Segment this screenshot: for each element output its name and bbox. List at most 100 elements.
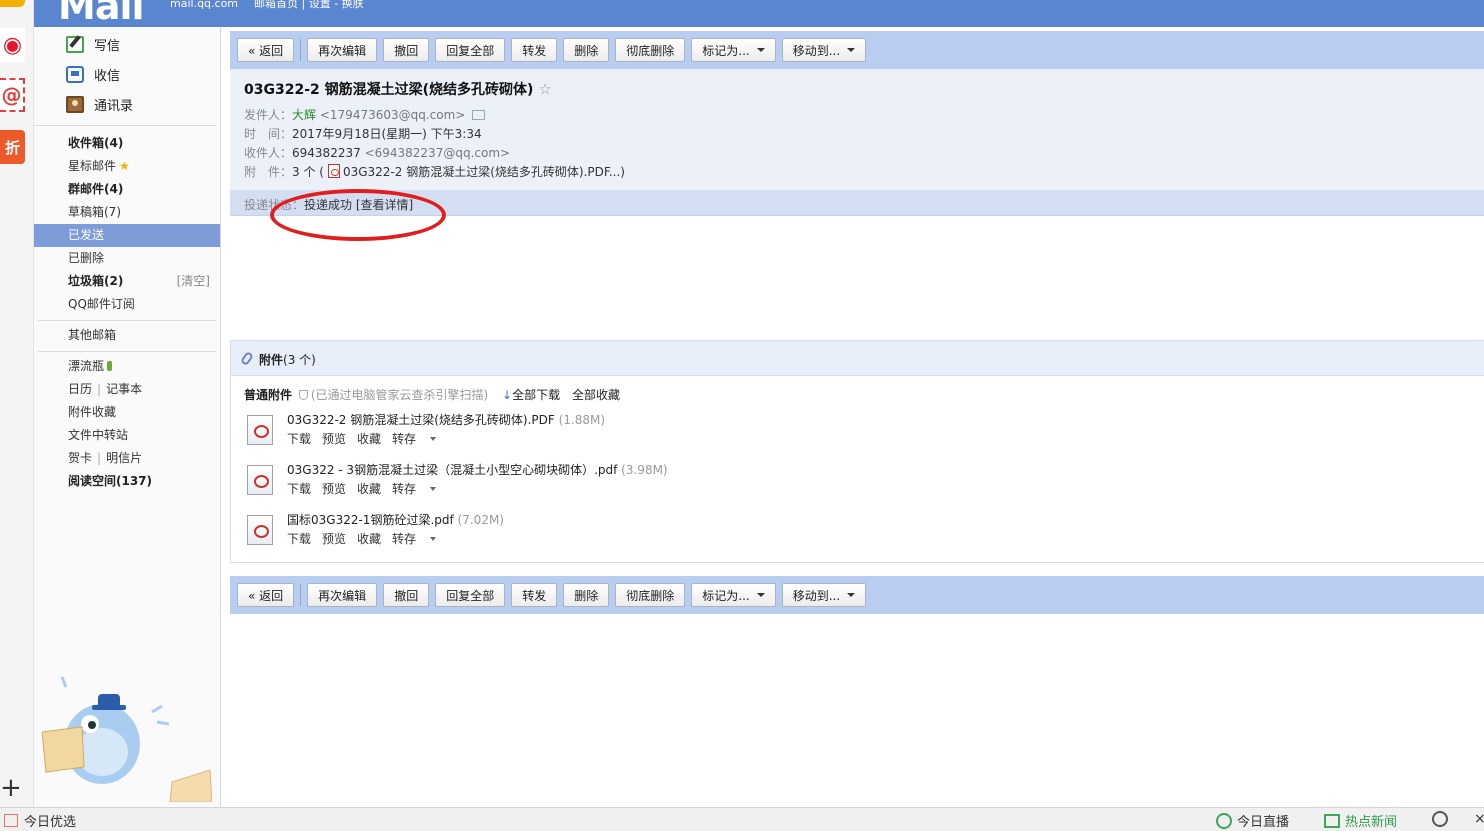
preview-link[interactable]: 预览 [322, 530, 346, 547]
weibo-icon[interactable]: ◉ [0, 28, 25, 62]
pdf-file-icon[interactable] [247, 465, 273, 495]
pdf-file-icon[interactable] [247, 415, 273, 445]
forward-button[interactable]: 转发 [511, 38, 558, 62]
back-button[interactable]: « 返回 [237, 583, 295, 607]
folder-drafts[interactable]: 草稿箱(7) [68, 202, 121, 222]
postcard-link[interactable]: 明信片 [106, 451, 142, 465]
attachments-title: 附件(3 个) [259, 351, 316, 368]
delete-permanently-button[interactable]: 彻底删除 [615, 38, 686, 62]
star-toggle-icon[interactable]: ☆ [538, 80, 551, 98]
attachments-count: (3 个) [283, 353, 316, 367]
folder-trash-label: 垃圾箱(2) [68, 274, 124, 288]
collect-all-link[interactable]: 全部收藏 [572, 388, 620, 402]
re-edit-button[interactable]: 再次编辑 [307, 583, 378, 607]
contacts-button[interactable]: 通讯录 [66, 94, 133, 114]
attachment-filename[interactable]: 03G322 - 3钢筋混凝土过梁（混凝土小型空心砌块砌体）.pdf (3.98… [287, 461, 668, 478]
contacts-icon [66, 95, 84, 113]
file-transfer-link[interactable]: 文件中转站 [68, 425, 128, 445]
sender-name[interactable]: 大辉 [292, 108, 316, 122]
receive-label: 收信 [94, 68, 121, 84]
annotation-circle [270, 189, 446, 241]
save-to-dropdown[interactable]: 转存 [392, 480, 447, 497]
reply-all-button[interactable]: 回复全部 [435, 38, 506, 62]
calendar-link[interactable]: 日历 [68, 382, 92, 396]
today-picks-button[interactable]: 今日优选 [4, 811, 76, 830]
collect-link[interactable]: 收藏 [357, 530, 381, 547]
recall-button[interactable]: 撤回 [383, 583, 430, 607]
folder-group-mail[interactable]: 群邮件(4) [68, 179, 123, 199]
attachment-first-name[interactable]: 03G322-2 钢筋混凝土过梁(烧结多孔砖砌体).PDF...) [343, 165, 625, 179]
reply-all-button[interactable]: 回复全部 [435, 583, 506, 607]
header-links[interactable]: 邮箱首页 | 设置 - 换肤 [254, 0, 364, 9]
mark-as-dropdown[interactable]: 标记为... [691, 583, 776, 607]
discount-icon[interactable]: 折 [0, 130, 25, 164]
separator: | [97, 451, 102, 465]
clear-trash-link[interactable]: [清空] [177, 271, 210, 291]
time-label: 时 间： [244, 127, 293, 141]
save-to-dropdown[interactable]: 转存 [392, 530, 447, 547]
greeting-card-link[interactable]: 贺卡 [68, 451, 92, 465]
forward-button[interactable]: 转发 [511, 583, 558, 607]
live-today-button[interactable]: 今日直播 [1216, 811, 1289, 830]
mark-as-dropdown[interactable]: 标记为... [691, 38, 776, 62]
receive-mail-button[interactable]: 收信 [66, 64, 120, 84]
contact-card-icon[interactable] [472, 110, 486, 120]
speed-up-button[interactable] [1432, 811, 1448, 827]
delete-permanently-button[interactable]: 彻底删除 [615, 583, 686, 607]
hot-news-button[interactable]: 热点新闻 [1324, 811, 1397, 830]
reading-space-link[interactable]: 阅读空间(137) [68, 471, 152, 491]
recall-button[interactable]: 撤回 [383, 38, 430, 62]
back-button[interactable]: « 返回 [237, 38, 295, 62]
attachment-collection-link[interactable]: 附件收藏 [68, 402, 116, 422]
collect-link[interactable]: 收藏 [357, 430, 381, 447]
download-all-link[interactable]: 全部下载 [512, 388, 560, 402]
attachment-filename[interactable]: 国标03G322-1钢筋砼过梁.pdf (7.02M) [287, 511, 504, 528]
notebook-link[interactable]: 记事本 [106, 382, 142, 396]
move-to-dropdown[interactable]: 移动到... [781, 583, 867, 607]
close-taskbar-button[interactable]: × [1474, 811, 1484, 827]
mark-as-label: 标记为... [702, 588, 750, 603]
attachment-filename[interactable]: 03G322-2 钢筋混凝土过梁(烧结多孔砖砌体).PDF (1.88M) [287, 411, 605, 428]
move-to-dropdown[interactable]: 移动到... [781, 38, 867, 62]
drift-bottle-link[interactable]: 漂流瓶 [68, 356, 113, 376]
download-link[interactable]: 下载 [287, 480, 311, 497]
folder-sent[interactable]: 已发送 [34, 224, 220, 247]
preview-link[interactable]: 预览 [322, 480, 346, 497]
top-header: Mail mail.qq.com 邮箱首页 | 设置 - 换肤 [34, 0, 1484, 28]
folder-subscriptions[interactable]: QQ邮件订阅 [68, 294, 135, 314]
attachments-panel: 附件(3 个) 普通附件 (已通过电脑管家云查杀引擎扫描) ↓全部下载 全部收藏… [230, 340, 1484, 563]
attachment-label: 附 件： [244, 165, 293, 179]
folder-starred-label: 星标邮件 [68, 159, 117, 173]
at-icon[interactable]: @ [0, 78, 25, 112]
mail-logo[interactable]: Mail [58, 0, 145, 28]
preview-link[interactable]: 预览 [322, 430, 346, 447]
write-label: 写信 [94, 38, 121, 54]
download-arrow-icon: ↓ [502, 388, 513, 402]
other-mailboxes[interactable]: 其他邮箱 [68, 325, 116, 345]
folder-trash[interactable]: 垃圾箱(2) [清空] [68, 271, 216, 291]
chevron-down-icon [430, 437, 437, 441]
bottle-icon [107, 361, 113, 371]
download-link[interactable]: 下载 [287, 530, 311, 547]
paperclip-icon [239, 350, 255, 367]
move-to-label: 移动到... [792, 43, 841, 58]
sidebar-divider [34, 125, 216, 126]
folder-inbox[interactable]: 收件箱(4) [68, 133, 123, 153]
save-to-dropdown[interactable]: 转存 [392, 430, 447, 447]
write-mail-button[interactable]: 写信 [66, 34, 120, 54]
collect-link[interactable]: 收藏 [357, 480, 381, 497]
scan-note: (已通过电脑管家云查杀引擎扫描) [310, 388, 489, 402]
delete-button[interactable]: 删除 [563, 583, 610, 607]
compose-icon [66, 35, 84, 53]
add-app-icon[interactable]: + [0, 775, 22, 801]
download-link[interactable]: 下载 [287, 430, 311, 447]
delete-button[interactable]: 删除 [563, 38, 610, 62]
re-edit-button[interactable]: 再次编辑 [307, 38, 378, 62]
star-app-icon[interactable] [0, 0, 25, 7]
attachment-actions: 下载 预览 收藏 转存 [287, 530, 458, 547]
folder-deleted[interactable]: 已删除 [68, 248, 104, 268]
pdf-file-icon[interactable] [247, 515, 273, 545]
recipient-name[interactable]: 694382237 [292, 146, 361, 160]
hot-news-label: 热点新闻 [1345, 815, 1398, 830]
folder-starred[interactable]: 星标邮件 ★ [68, 156, 130, 176]
